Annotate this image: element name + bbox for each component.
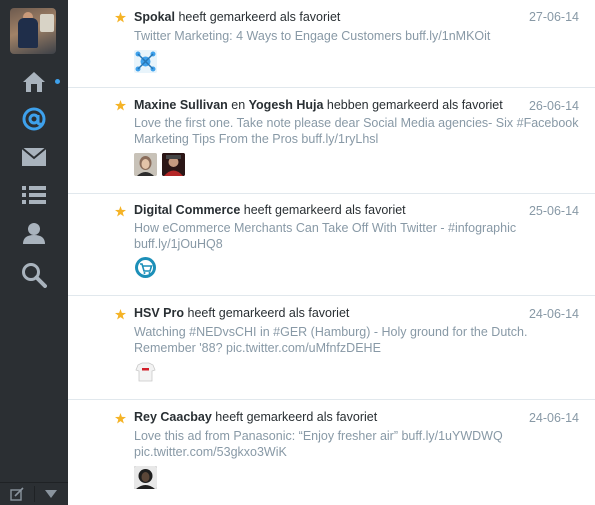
list-item[interactable]: Spokal heeft gemarkeerd als favoriet 27-… — [68, 0, 595, 88]
home-icon[interactable] — [20, 68, 48, 96]
list-item[interactable]: Digital Commerce heeft gemarkeerd als fa… — [68, 194, 595, 296]
user-name[interactable]: Spokal — [134, 10, 175, 24]
user-avatar[interactable] — [162, 153, 185, 176]
tweet-text: Love this ad from Panasonic: “Enjoy fres… — [134, 429, 503, 459]
item-date[interactable]: 27-06-14 — [529, 10, 579, 24]
lists-icon[interactable] — [20, 181, 48, 209]
search-icon[interactable] — [20, 261, 48, 289]
list-item[interactable]: Rey Caacbay heeft gemarkeerd als favorie… — [68, 400, 595, 505]
user-avatar[interactable] — [134, 50, 157, 73]
mentions-icon[interactable] — [20, 105, 48, 133]
user-name[interactable]: HSV Pro — [134, 306, 184, 320]
user-avatar[interactable] — [134, 360, 157, 383]
item-headline: Spokal heeft gemarkeerd als favoriet — [134, 10, 341, 24]
list-item[interactable]: HSV Pro heeft gemarkeerd als favoriet 24… — [68, 296, 595, 400]
tweet-text: Love the first one. Take note please dea… — [134, 116, 579, 146]
user-avatar[interactable] — [134, 256, 157, 279]
tweet-text: Watching #NEDvsCHI in #GER (Hamburg) - H… — [134, 325, 528, 355]
item-date[interactable]: 24-06-14 — [529, 307, 579, 321]
item-headline: Digital Commerce heeft gemarkeerd als fa… — [134, 203, 406, 217]
star-icon — [115, 206, 126, 217]
item-date[interactable]: 25-06-14 — [529, 204, 579, 218]
user-name[interactable]: Maxine Sullivan — [134, 98, 228, 112]
user-name[interactable]: Yogesh Huja — [249, 98, 324, 112]
compose-icon[interactable] — [0, 483, 34, 505]
item-date[interactable]: 24-06-14 — [529, 411, 579, 425]
star-icon — [115, 12, 126, 23]
tweet-text: How eCommerce Merchants Can Take Off Wit… — [134, 221, 517, 251]
sidebar — [0, 0, 68, 505]
sidebar-footer — [0, 482, 68, 505]
list-item[interactable]: Maxine Sullivan en Yogesh Huja hebben ge… — [68, 88, 595, 194]
profile-icon[interactable] — [20, 219, 48, 247]
user-avatar[interactable] — [134, 466, 157, 489]
star-icon — [115, 413, 126, 424]
account-avatar[interactable] — [10, 8, 56, 54]
user-avatar[interactable] — [134, 153, 157, 176]
item-headline: Maxine Sullivan en Yogesh Huja hebben ge… — [134, 98, 503, 112]
messages-icon[interactable] — [20, 143, 48, 171]
unread-dot — [55, 79, 60, 84]
item-headline: Rey Caacbay heeft gemarkeerd als favorie… — [134, 410, 378, 424]
item-date[interactable]: 26-06-14 — [529, 99, 579, 113]
user-name[interactable]: Digital Commerce — [134, 203, 240, 217]
item-headline: HSV Pro heeft gemarkeerd als favoriet — [134, 306, 350, 320]
star-icon — [115, 309, 126, 320]
tweet-text: Twitter Marketing: 4 Ways to Engage Cust… — [134, 29, 491, 43]
star-icon — [115, 100, 126, 111]
user-name[interactable]: Rey Caacbay — [134, 410, 212, 424]
activity-feed: Spokal heeft gemarkeerd als favoriet 27-… — [68, 0, 595, 505]
dropdown-icon[interactable] — [34, 483, 68, 505]
